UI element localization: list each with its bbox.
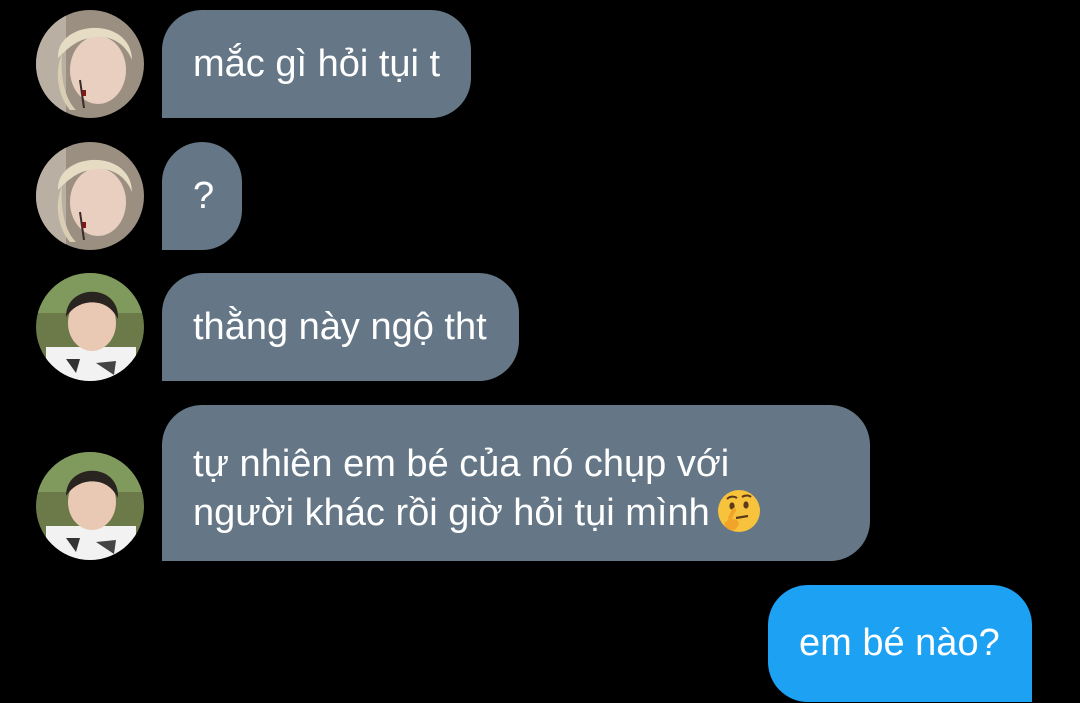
message-bubble-outgoing[interactable]: em bé nào? [768,585,1032,702]
message-bubble[interactable]: thằng này ngộ tht [162,273,519,381]
avatar[interactable] [36,273,144,381]
avatar-blonde-hair-image [36,10,144,118]
message-bubble[interactable]: ? [162,142,243,250]
avatar[interactable] [36,10,144,118]
message-text-line: người khác rồi giờ hỏi tụi mình [193,492,710,534]
message-text: mắc gì hỏi tụi t [193,43,441,85]
avatar[interactable] [36,142,144,250]
message-text-line: tự nhiên em bé của nó chụp với [193,443,730,485]
avatar-dark-hair-image [36,452,144,560]
thinking-face-icon [716,488,762,534]
message-text: em bé nào? [799,622,1000,664]
avatar[interactable] [36,452,144,560]
message-bubble[interactable]: tự nhiên em bé của nó chụp với người khá… [162,405,870,561]
message-text: ? [193,175,215,217]
avatar-blonde-hair-image [36,142,144,250]
message-bubble[interactable]: mắc gì hỏi tụi t [162,10,472,118]
message-text-line-with-emoji: người khác rồi giờ hỏi tụi mình [193,488,840,537]
avatar-dark-hair-image [36,273,144,381]
message-text: thằng này ngộ tht [193,306,487,348]
